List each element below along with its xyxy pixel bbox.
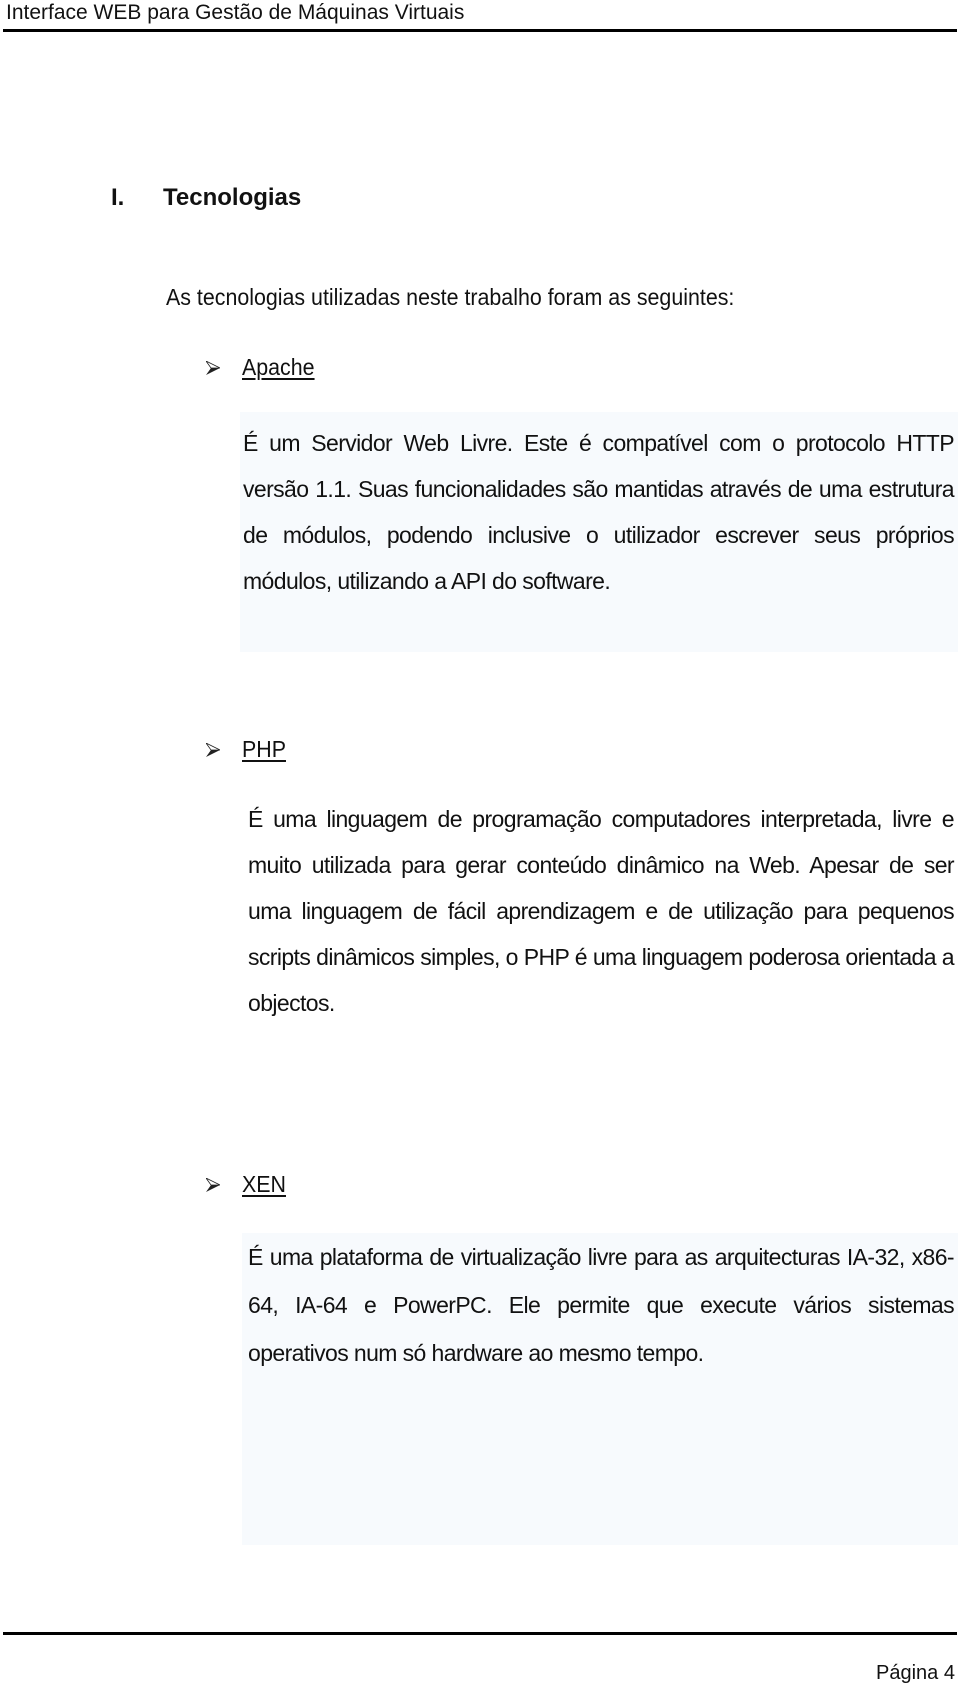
tech-name-xen: XEN — [242, 1171, 286, 1197]
tech-name-apache: Apache — [242, 354, 315, 380]
footer-divider — [3, 1632, 957, 1635]
section-title: Tecnologias — [163, 184, 302, 211]
section-heading: I. Tecnologias — [111, 183, 301, 213]
arrowhead-bullet-icon — [206, 361, 220, 375]
tech-description-apache: É um Servidor Web Livre. Este é compatív… — [243, 430, 955, 594]
tech-name-php: PHP — [242, 736, 286, 762]
document-header-title: Interface WEB para Gestão de Máquinas Vi… — [6, 1, 465, 24]
tech-description-xen: É uma plataforma de virtualização livre … — [248, 1244, 955, 1366]
section-number: I. — [111, 184, 125, 211]
header-divider — [3, 29, 957, 32]
page-number: Página 4 — [876, 1662, 955, 1684]
arrowhead-bullet-icon — [206, 1178, 220, 1192]
tech-description-php: É uma linguagem de programação computado… — [248, 806, 955, 1016]
intro-paragraph: As tecnologias utilizadas neste trabalho… — [166, 284, 735, 310]
arrowhead-bullet-icon — [206, 743, 220, 757]
